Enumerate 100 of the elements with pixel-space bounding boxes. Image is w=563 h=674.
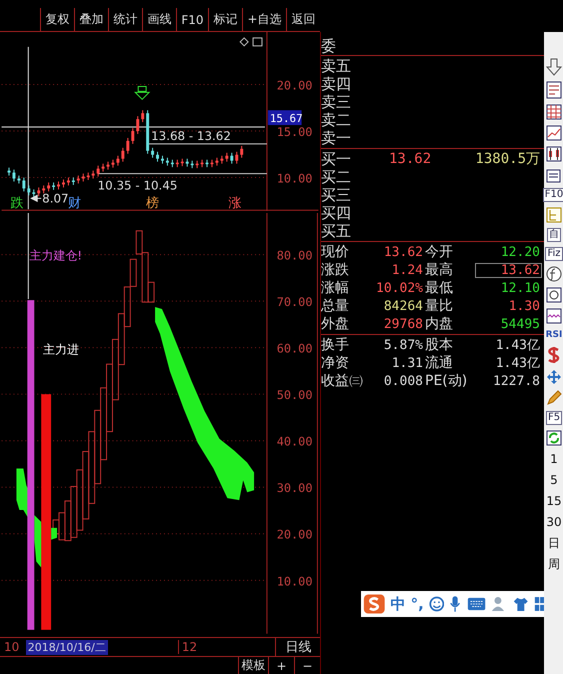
toolbar-text-button[interactable]: Fiz [545,247,563,261]
period-button[interactable]: 周 [548,556,560,572]
period-label: 日线 [274,638,320,656]
window-icon[interactable] [546,167,562,183]
bid-label: 买二 [321,168,351,186]
candlestick [8,167,10,176]
stat-label: 量比 [425,297,454,315]
candlestick [186,158,189,168]
watchlist-button[interactable]: 自 [547,228,561,242]
stat-value: 29768 [382,316,424,332]
period-button[interactable]: 5 [550,472,558,488]
input-method-logo-icon[interactable] [363,592,386,616]
candlestick [170,159,174,168]
formula-icon[interactable] [546,266,562,282]
diamond-icon [240,37,249,47]
microphone-icon[interactable] [449,594,462,614]
rsi-button[interactable]: RSI [544,329,563,341]
fundamental-label: 换手 [321,336,350,354]
indicator-axis-label: 60.00 [276,342,312,356]
stat-label: 涨幅 [321,279,350,297]
f10-button[interactable]: F10 [542,188,563,202]
bid-label: 买一 [321,150,351,168]
candlestick-icon[interactable] [546,146,562,162]
grid-icon[interactable] [534,595,544,613]
ask-label: 卖五 [321,56,351,76]
stat-label: 总量 [321,297,350,315]
ask-label: 卖一 [321,128,351,148]
list-icon[interactable] [546,81,562,99]
candlestick [66,177,70,186]
bid-price: 13.62 [389,151,432,167]
candlestick [47,182,50,192]
table-icon[interactable] [546,104,562,120]
candlestick [235,151,238,164]
high-range-label: 13.68 - 13.62 [151,128,231,143]
f5-button[interactable]: F5 [546,411,562,425]
candlestick [146,110,150,154]
keyboard-icon[interactable] [466,596,486,612]
candlestick [220,155,224,164]
down-arrow-icon[interactable] [546,58,562,76]
ask-label: 卖三 [321,92,351,112]
punctuation-toggle[interactable]: °, [410,595,424,613]
event-label: 涨 [228,196,242,212]
candlestick [102,163,105,172]
candlestick [17,175,20,184]
stat-label: 今开 [425,243,454,261]
indicator-axis-label: 30.00 [276,481,312,496]
refresh-icon[interactable] [546,430,562,446]
panel-toggle-icon [252,37,262,46]
shirt-icon[interactable] [512,595,529,613]
period-button[interactable]: 30 [546,514,562,530]
cursor-date: 2018/10/16/二 [26,640,108,654]
fundamental-value: 1227.8 [492,374,541,388]
smiley-icon[interactable] [428,595,444,613]
fundamental-label: 净资 [321,354,350,372]
candlestick [156,151,159,162]
stat-value: 54495 [500,316,541,332]
candlestick [121,147,124,162]
tree-icon[interactable] [546,207,562,223]
candlestick [106,161,110,170]
candlestick [190,160,194,169]
fundamental-label: 股本 [425,336,454,354]
candlestick [180,158,184,167]
pencil-icon[interactable] [546,390,562,406]
input-mode-toggle[interactable]: 中 [390,594,406,614]
fundamental-label: 收益㈢ [321,372,364,390]
ask-label: 卖四 [321,74,351,94]
candlestick [126,137,130,154]
dollar-icon[interactable] [546,346,562,364]
fundamental-value: 1.31 [390,356,424,370]
fundamental-label: PE(动) [425,372,468,390]
stat-label: 外盘 [321,315,350,333]
period-button[interactable]: 日 [548,535,560,551]
candlestick [136,116,140,134]
stat-label: 内盘 [425,315,454,333]
candlestick [176,159,179,168]
move-icon[interactable] [546,369,562,385]
stat-value: 10.02% [375,280,424,296]
bottom-button[interactable]: 模板 [238,657,268,674]
candlestick [86,172,90,180]
stat-value: 84264 [382,298,424,314]
build-signal-label: 主力建仓! [29,248,82,263]
candlestick [37,186,40,197]
stat-label: 涨跌 [321,261,350,279]
time-axis-label: 12 [178,640,259,654]
candlestick [240,145,244,158]
candlestick [141,110,144,123]
indicator-axis-label: 10.00 [276,574,312,588]
price-axis-label: 15.00 [276,124,312,139]
wave-icon[interactable] [546,308,562,324]
candlestick [200,159,204,168]
period-button[interactable]: 15 [546,493,562,509]
period-button[interactable]: 1 [550,451,558,467]
line-chart-icon[interactable] [546,125,562,141]
fundamental-value: 1.43亿 [494,337,541,354]
event-label: 财 [68,196,81,212]
order-ratio-label: 委 [321,36,336,56]
down-arrow-icon [134,86,150,100]
time-axis-label: 10 [3,640,20,654]
candlestick [62,179,65,188]
candlestick [166,157,169,166]
